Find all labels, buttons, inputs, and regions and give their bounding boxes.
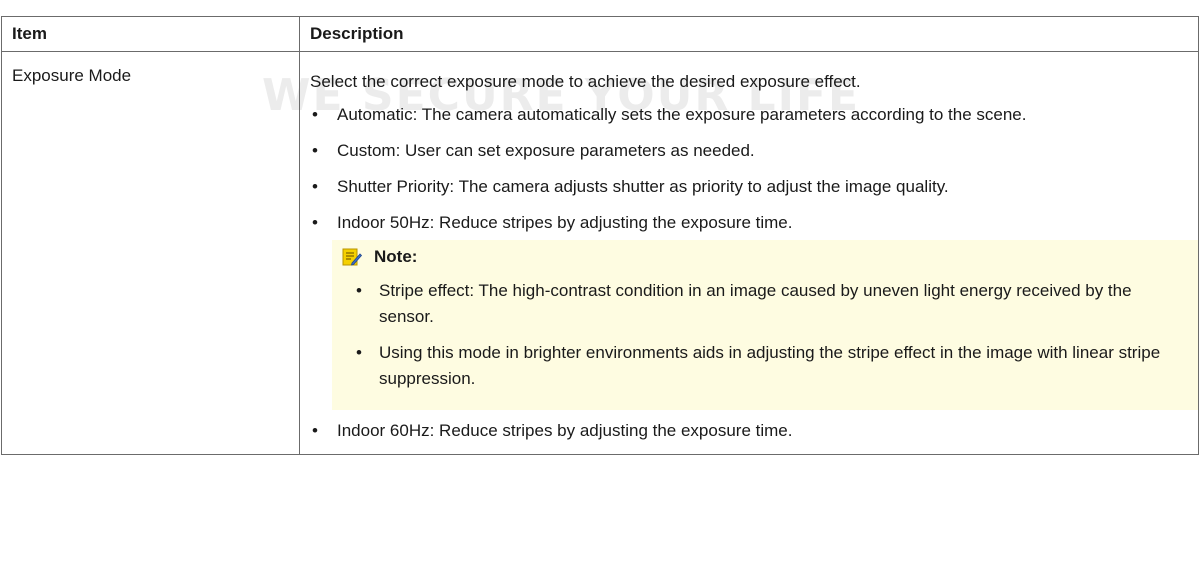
note-item: Using this mode in brighter environments… (342, 340, 1184, 392)
item-cell: Exposure Mode (1, 51, 300, 455)
description-cell: Select the correct exposure mode to achi… (299, 51, 1199, 455)
note-box: Note: Stripe effect: The high-contrast c… (332, 240, 1198, 410)
table-header-row: Item Description (1, 16, 1199, 52)
table-row: Exposure Mode Select the correct exposur… (1, 51, 1199, 455)
option-list: Automatic: The camera automatically sets… (310, 102, 1198, 236)
description-intro: Select the correct exposure mode to achi… (310, 72, 861, 91)
option-list-after-note: Indoor 60Hz: Reduce stripes by adjusting… (310, 418, 1198, 444)
header-item: Item (1, 16, 300, 52)
note-item: Stripe effect: The high-contrast conditi… (342, 278, 1184, 330)
note-header: Note: (342, 244, 1184, 270)
header-description: Description (299, 16, 1199, 52)
note-list: Stripe effect: The high-contrast conditi… (342, 278, 1184, 392)
document-page: WE SECURE YOUR LIFE Item Description Exp… (0, 0, 1201, 579)
list-item: Automatic: The camera automatically sets… (310, 102, 1198, 128)
list-item: Indoor 50Hz: Reduce stripes by adjusting… (310, 210, 1198, 236)
list-item: Shutter Priority: The camera adjusts shu… (310, 174, 1198, 200)
list-item: Custom: User can set exposure parameters… (310, 138, 1198, 164)
spec-table: Item Description Exposure Mode Select th… (1, 16, 1199, 455)
note-pencil-icon (342, 248, 363, 266)
note-label: Note: (374, 247, 418, 266)
list-item: Indoor 60Hz: Reduce stripes by adjusting… (310, 418, 1198, 444)
